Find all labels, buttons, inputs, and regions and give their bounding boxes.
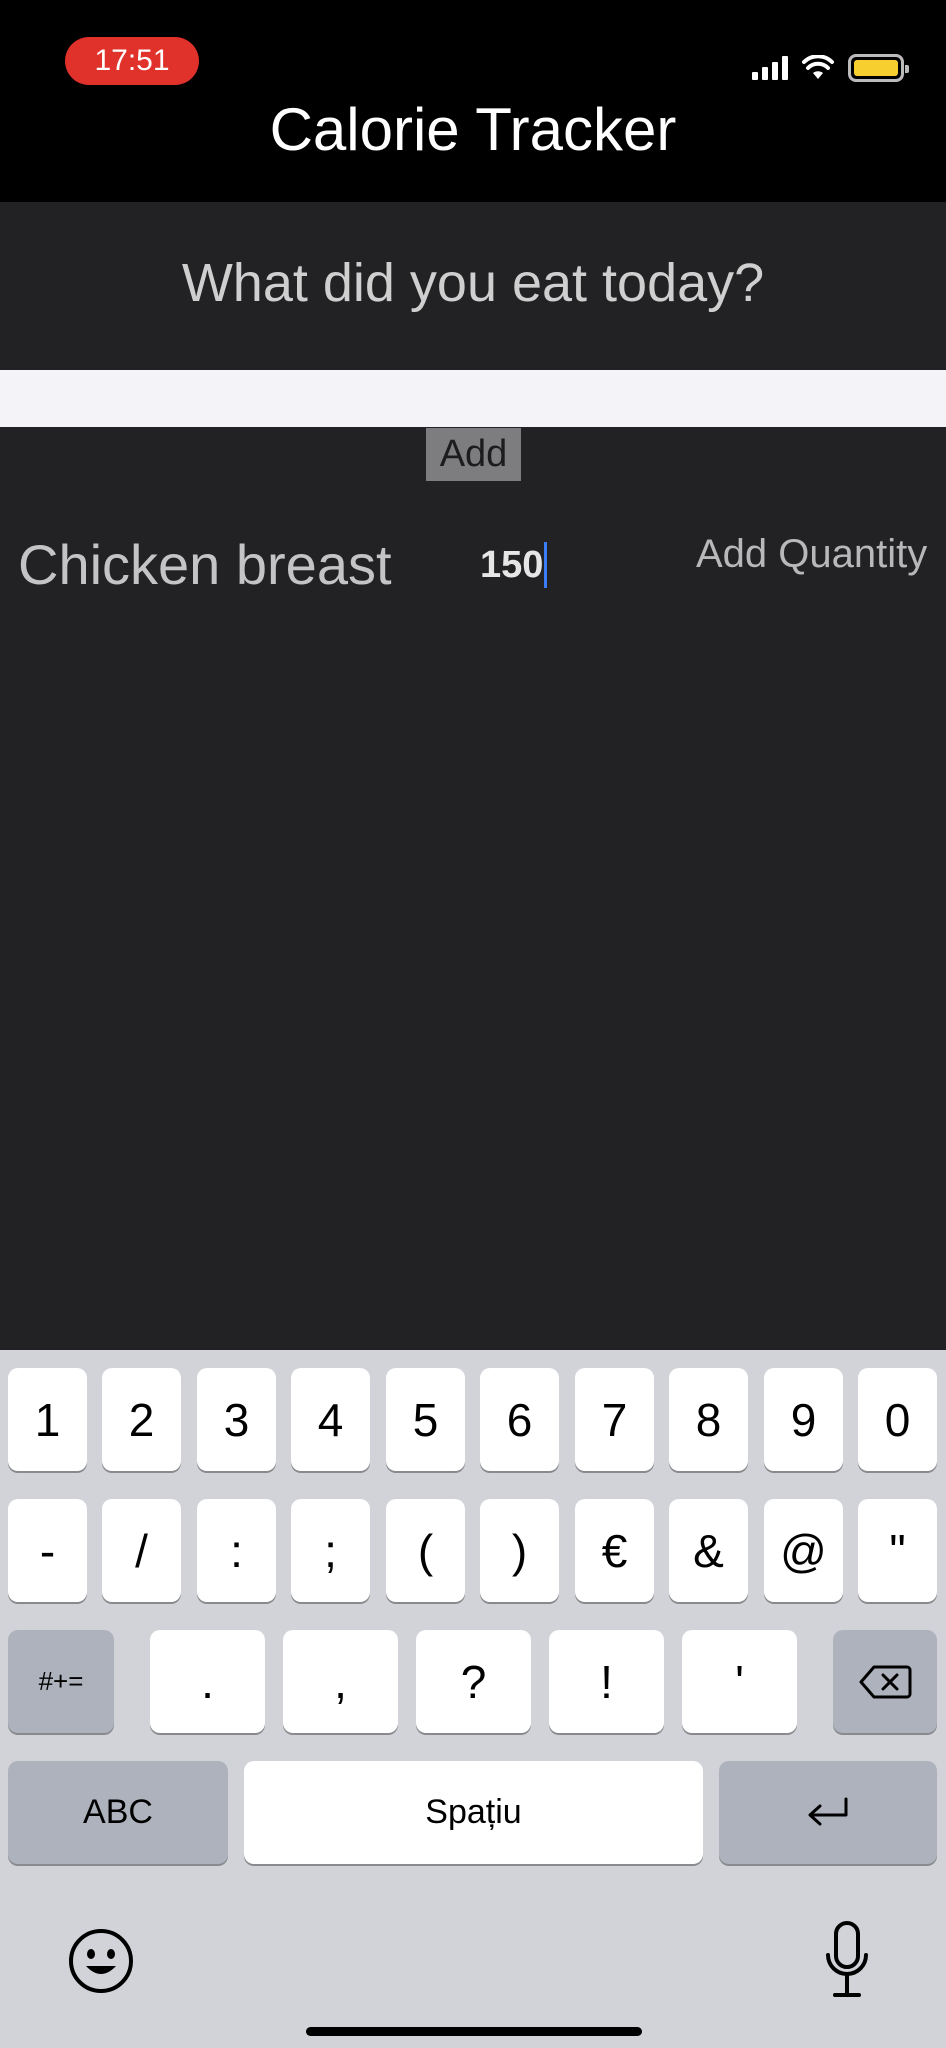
key-question[interactable]: ? [416,1630,531,1733]
key-more-symbols[interactable]: #+= [8,1630,114,1733]
key-7[interactable]: 7 [575,1368,654,1471]
page-title: Calorie Tracker [269,96,677,163]
home-indicator[interactable] [306,2027,642,2036]
key-hyphen[interactable]: - [8,1499,87,1602]
text-cursor [544,542,548,588]
key-6[interactable]: 6 [480,1368,559,1471]
food-item-name: Chicken breast [18,533,392,596]
key-1[interactable]: 1 [8,1368,87,1471]
backspace-icon [859,1665,912,1698]
key-exclamation[interactable]: ! [549,1630,664,1733]
key-quote[interactable]: " [858,1499,937,1602]
key-euro[interactable]: € [575,1499,654,1602]
key-5[interactable]: 5 [386,1368,465,1471]
key-8[interactable]: 8 [669,1368,748,1471]
main-content: What did you eat today? Add Chicken brea… [0,202,946,1350]
delete-button[interactable] [833,1630,937,1733]
status-icons [752,50,909,86]
key-0[interactable]: 0 [858,1368,937,1471]
status-time: 17:51 [65,37,199,85]
emoji-button[interactable] [62,1922,140,2000]
key-period[interactable]: . [150,1630,265,1733]
app-header: 17:51 Calorie Tracker [0,0,946,202]
quantity-value: 150 [480,543,544,586]
key-abc[interactable]: ABC [8,1761,228,1864]
add-quantity-button[interactable]: Add Quantity [696,532,927,577]
add-button[interactable]: Add [426,428,521,481]
key-apostrophe[interactable]: ' [682,1630,797,1733]
return-icon [808,1797,848,1825]
return-button[interactable] [719,1761,937,1864]
food-input[interactable] [0,370,946,427]
key-comma[interactable]: , [283,1630,398,1733]
battery-icon [848,54,909,82]
key-at[interactable]: @ [764,1499,843,1602]
quantity-input[interactable]: 150 [480,542,548,588]
key-4[interactable]: 4 [291,1368,370,1471]
key-slash[interactable]: / [102,1499,181,1602]
cellular-signal-icon [752,56,788,80]
wifi-icon [802,55,834,79]
key-close-paren[interactable]: ) [480,1499,559,1602]
question-heading: What did you eat today? [181,253,765,313]
key-semicolon[interactable]: ; [291,1499,370,1602]
key-colon[interactable]: : [197,1499,276,1602]
key-3[interactable]: 3 [197,1368,276,1471]
key-space[interactable]: Spațiu [244,1761,703,1864]
microphone-icon [826,1921,868,1997]
key-open-paren[interactable]: ( [386,1499,465,1602]
key-9[interactable]: 9 [764,1368,843,1471]
dictation-button[interactable] [812,1916,882,2006]
keyboard: 1 2 3 4 5 6 7 8 9 0 - / : ; ( ) € & @ " … [0,1350,946,2048]
key-2[interactable]: 2 [102,1368,181,1471]
key-ampersand[interactable]: & [669,1499,748,1602]
emoji-icon [69,1929,133,1993]
